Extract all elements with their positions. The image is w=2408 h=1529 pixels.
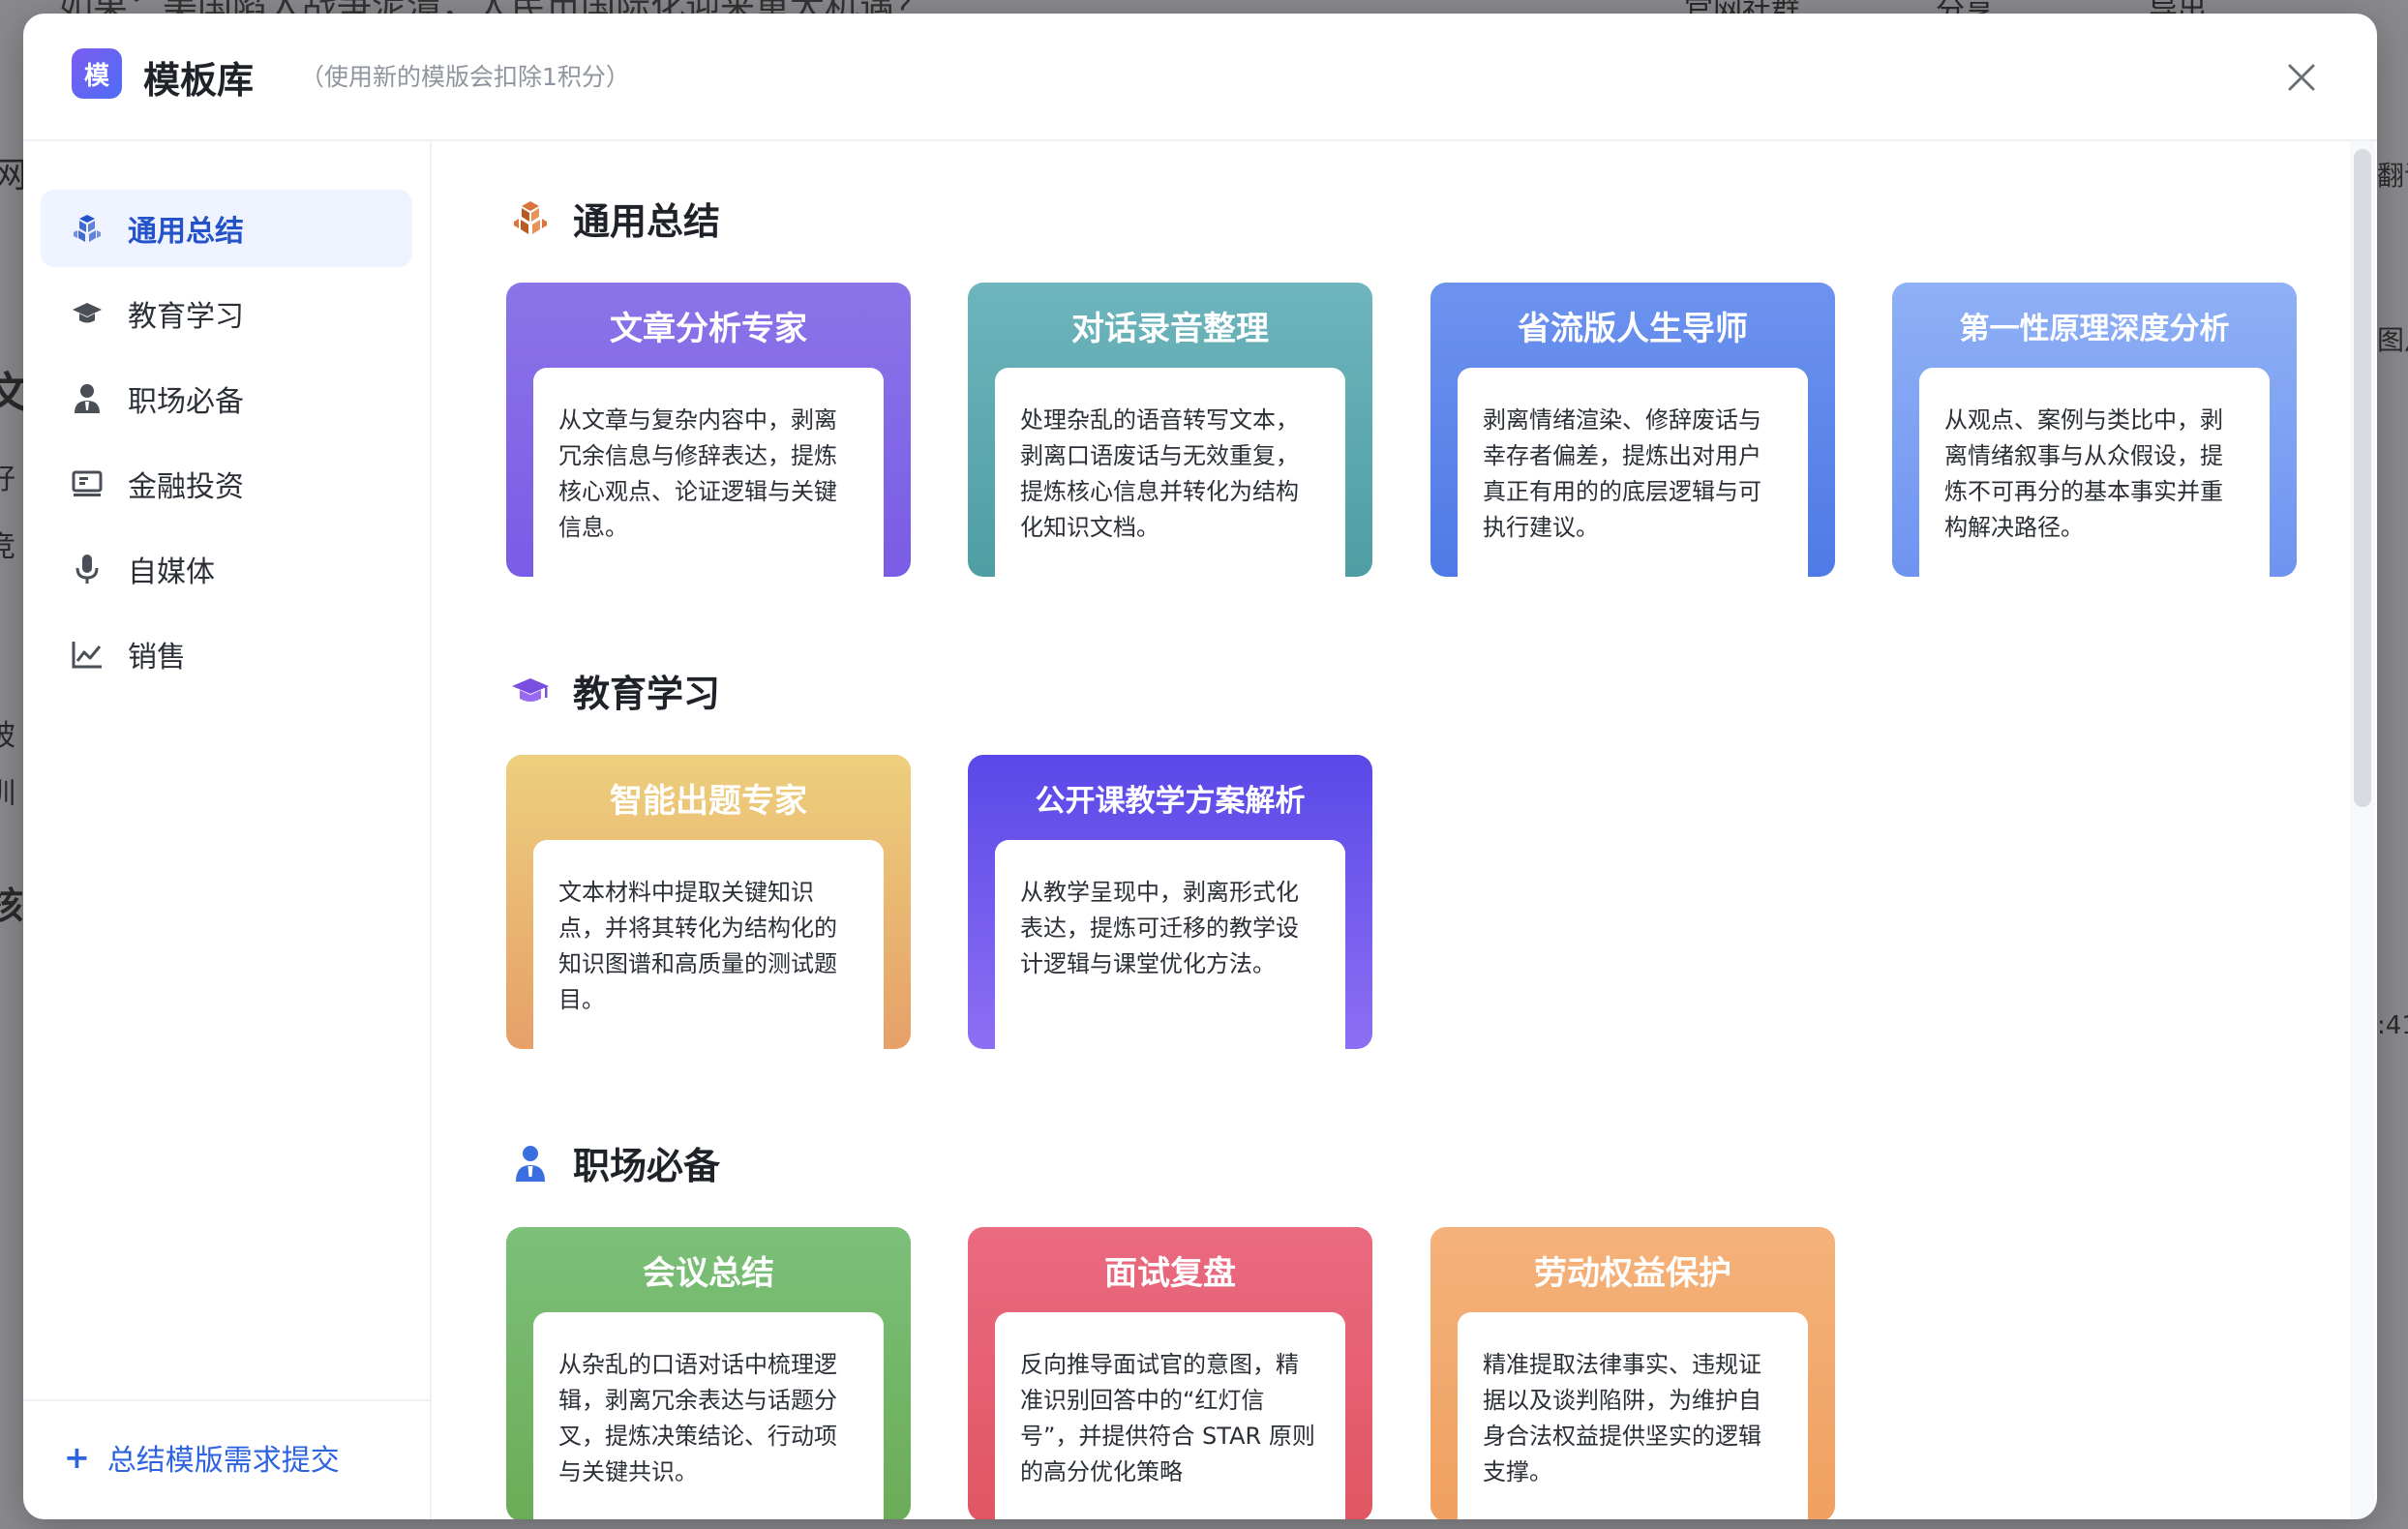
sidebar-item-finance[interactable]: 金融投资	[41, 445, 412, 523]
user-tie-icon	[509, 1142, 552, 1184]
background-fragment: 核	[0, 884, 24, 927]
sidebar-item-workplace[interactable]: 职场必备	[41, 360, 412, 437]
background-fragment: :41	[2377, 1011, 2408, 1040]
template-card[interactable]: 省流版人生导师 剥离情绪渲染、修辞废话与幸存者偏差，提炼出对用户真正有用的的底层…	[1430, 283, 1835, 577]
card-title: 面试复盘	[1104, 1253, 1236, 1293]
template-library-modal: 模 模板库 （使用新的模版会扣除1积分） 通用总结 教育学习 职场必备 金融投资…	[23, 14, 2377, 1519]
sidebar-item-label: 销售	[128, 641, 186, 675]
cubes-icon	[70, 211, 105, 246]
card-description: 从杂乱的口语对话中梳理逻辑，剥离冗余表达与话题分叉，提炼决策结论、行动项与关键共…	[533, 1312, 884, 1519]
section-title: 教育学习	[509, 664, 720, 717]
graduation-cap-icon	[70, 296, 105, 331]
plus-icon: +	[64, 1439, 90, 1476]
section-title-text: 教育学习	[573, 673, 721, 715]
card-description: 文本材料中提取关键知识点，并将其转化为结构化的知识图谱和高质量的测试题目。	[533, 840, 884, 1049]
microphone-icon	[70, 552, 105, 586]
card-description: 从教学呈现中，剥离形式化表达，提炼可迁移的教学设计逻辑与课堂优化方法。	[995, 840, 1345, 1049]
graduation-cap-icon	[509, 670, 552, 712]
sidebar-item-general-summary[interactable]: 通用总结	[41, 190, 412, 267]
close-button[interactable]	[2280, 56, 2323, 99]
close-icon	[2288, 64, 2315, 91]
template-card[interactable]: 公开课教学方案解析 从教学呈现中，剥离形式化表达，提炼可迁移的教学设计逻辑与课堂…	[968, 755, 1372, 1049]
modal-header: 模 模板库 （使用新的模版会扣除1积分）	[23, 14, 2377, 141]
card-description: 从观点、案例与类比中，剥离情绪叙事与从众假设，提炼不可再分的基本事实并重构解决路…	[1919, 368, 2270, 577]
template-card[interactable]: 第一性原理深度分析 从观点、案例与类比中，剥离情绪叙事与从众假设，提炼不可再分的…	[1892, 283, 2297, 577]
background-fragment: 竞	[0, 530, 15, 564]
section-title-text: 通用总结	[573, 200, 721, 243]
background-fragment: 训	[0, 777, 15, 811]
template-card[interactable]: 对话录音整理 处理杂乱的语音转写文本，剥离口语废话与无效重复，提炼核心信息并转化…	[968, 283, 1372, 577]
card-title: 智能出题专家	[610, 781, 807, 821]
sidebar-item-label: 教育学习	[128, 300, 244, 334]
cubes-icon	[509, 197, 552, 240]
card-description: 剥离情绪渲染、修辞废话与幸存者偏差，提炼出对用户真正有用的的底层逻辑与可执行建议…	[1458, 368, 1808, 577]
template-content: 通用总结 文章分析专家 从文章与复杂内容中，剥离冗余信息与修辞表达，提炼核心观点…	[434, 141, 2338, 1519]
background-fragment: 图片	[2377, 324, 2408, 356]
sidebar-item-label: 金融投资	[128, 470, 244, 504]
background-fragment: 翻译	[2377, 160, 2408, 192]
submit-template-request-label: 总结模版需求提交	[106, 1444, 340, 1478]
line-chart-icon	[70, 637, 105, 672]
template-card[interactable]: 文章分析专家 从文章与复杂内容中，剥离冗余信息与修辞表达，提炼核心观点、论证逻辑…	[506, 283, 911, 577]
section-title-text: 职场必备	[573, 1145, 721, 1187]
card-title: 第一性原理深度分析	[1959, 311, 2230, 346]
template-card[interactable]: 劳动权益保护 精准提取法律事实、违规证据以及谈判陷阱，为维护自身合法权益提供坚实…	[1430, 1227, 1835, 1519]
card-description: 处理杂乱的语音转写文本，剥离口语废话与无效重复，提炼核心信息并转化为结构化知识文…	[995, 368, 1345, 577]
template-card[interactable]: 会议总结 从杂乱的口语对话中梳理逻辑，剥离冗余表达与话题分叉，提炼决策结论、行动…	[506, 1227, 911, 1519]
scrollbar-thumb[interactable]	[2354, 149, 2371, 807]
section-title: 通用总结	[509, 192, 720, 245]
sidebar-divider	[23, 1399, 430, 1401]
template-card[interactable]: 面试复盘 反向推导面试官的意图，精准识别回答中的“红灯信号”，并提供符合 STA…	[968, 1227, 1372, 1519]
card-description: 精准提取法律事实、违规证据以及谈判陷阱，为维护自身合法权益提供坚实的逻辑支撑。	[1458, 1312, 1808, 1519]
card-title: 公开课教学方案解析	[1035, 783, 1306, 819]
background-fragment: 好	[0, 463, 15, 496]
template-card[interactable]: 智能出题专家 文本材料中提取关键知识点，并将其转化为结构化的知识图谱和高质量的测…	[506, 755, 911, 1049]
card-title: 会议总结	[643, 1253, 774, 1293]
section-title: 职场必备	[509, 1136, 720, 1189]
card-description: 从文章与复杂内容中，剥离冗余信息与修辞表达，提炼核心观点、论证逻辑与关键信息。	[533, 368, 884, 577]
sidebar-item-sales[interactable]: 销售	[41, 615, 412, 693]
modal-title: 模板库	[143, 59, 255, 102]
template-logo-icon: 模	[72, 48, 122, 99]
sidebar-item-self-media[interactable]: 自媒体	[41, 530, 412, 608]
card-title: 省流版人生导师	[1518, 309, 1748, 348]
monitor-icon	[70, 466, 105, 501]
card-title: 对话录音整理	[1071, 309, 1269, 348]
sidebar-item-label: 通用总结	[128, 215, 244, 249]
sidebar-item-label: 职场必备	[128, 385, 244, 419]
modal-subtitle: （使用新的模版会扣除1积分）	[300, 63, 630, 91]
card-title: 劳动权益保护	[1534, 1253, 1731, 1293]
category-sidebar: 通用总结 教育学习 职场必备 金融投资 自媒体 销售 + 总结模版需求提交	[23, 141, 432, 1519]
card-description: 反向推导面试官的意图，精准识别回答中的“红灯信号”，并提供符合 STAR 原则的…	[995, 1312, 1345, 1519]
card-title: 文章分析专家	[610, 309, 807, 348]
background-fragment: 被	[0, 719, 15, 753]
sidebar-item-education[interactable]: 教育学习	[41, 275, 412, 352]
submit-template-request-link[interactable]: + 总结模版需求提交	[64, 1436, 340, 1479]
sidebar-item-label: 自媒体	[128, 555, 215, 589]
user-tie-icon	[70, 381, 105, 416]
